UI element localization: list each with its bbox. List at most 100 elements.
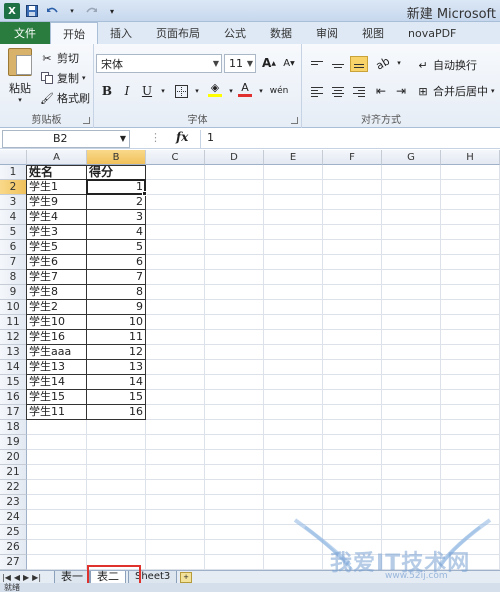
cell-a3[interactable]: 学生9 [27,195,87,210]
orientation-dropdown-icon[interactable]: ▾ [392,56,406,70]
cell-e9[interactable] [264,285,323,300]
fill-color-button[interactable]: ◈ [206,80,224,98]
cell-a9[interactable]: 学生8 [27,285,87,300]
cell-b23[interactable] [87,495,146,510]
cell-h10[interactable] [441,300,500,315]
cell-a1[interactable]: 姓名 [27,165,87,180]
cell-d16[interactable] [205,390,264,405]
cell-b4[interactable]: 3 [87,210,146,225]
column-header-b[interactable]: B [87,150,146,165]
cell-e18[interactable] [264,420,323,435]
cell-f19[interactable] [323,435,382,450]
cell-c27[interactable] [146,555,205,570]
cell-g11[interactable] [382,315,441,330]
cell-h20[interactable] [441,450,500,465]
cell-c2[interactable] [146,180,205,195]
row-header-13[interactable]: 13 [0,345,27,360]
clipboard-launcher-icon[interactable] [83,117,90,124]
formula-input[interactable]: 1 [200,130,500,148]
cell-h21[interactable] [441,465,500,480]
tab-home[interactable]: 开始 [50,22,98,44]
cell-h3[interactable] [441,195,500,210]
cell-f5[interactable] [323,225,382,240]
cell-h2[interactable] [441,180,500,195]
row-header-6[interactable]: 6 [0,240,27,255]
cell-h27[interactable] [441,555,500,570]
cell-g27[interactable] [382,555,441,570]
cell-a13[interactable]: 学生aaa [27,345,87,360]
cell-c23[interactable] [146,495,205,510]
cell-h16[interactable] [441,390,500,405]
cell-c11[interactable] [146,315,205,330]
cell-c19[interactable] [146,435,205,450]
column-header-c[interactable]: C [146,150,205,165]
cell-c9[interactable] [146,285,205,300]
cell-d4[interactable] [205,210,264,225]
column-header-e[interactable]: E [264,150,323,165]
row-header-7[interactable]: 7 [0,255,27,270]
cell-e10[interactable] [264,300,323,315]
row-header-15[interactable]: 15 [0,375,27,390]
cell-b11[interactable]: 10 [87,315,146,330]
tab-review[interactable]: 审阅 [304,22,350,44]
cell-b22[interactable] [87,480,146,495]
grow-font-button[interactable]: A ▲ [260,54,278,72]
cell-e26[interactable] [264,540,323,555]
row-header-21[interactable]: 21 [0,465,27,480]
cell-f27[interactable] [323,555,382,570]
cell-a27[interactable] [27,555,87,570]
cell-f4[interactable] [323,210,382,225]
cell-b8[interactable]: 7 [87,270,146,285]
cell-e27[interactable] [264,555,323,570]
cell-h19[interactable] [441,435,500,450]
cell-f13[interactable] [323,345,382,360]
cell-a14[interactable]: 学生13 [27,360,87,375]
cell-c21[interactable] [146,465,205,480]
cell-b21[interactable] [87,465,146,480]
tab-data[interactable]: 数据 [258,22,304,44]
font-color-button[interactable]: A [236,80,254,98]
cell-a20[interactable] [27,450,87,465]
cell-g16[interactable] [382,390,441,405]
cell-g3[interactable] [382,195,441,210]
cell-g23[interactable] [382,495,441,510]
cell-g7[interactable] [382,255,441,270]
cell-a11[interactable]: 学生10 [27,315,87,330]
cell-e16[interactable] [264,390,323,405]
cell-c5[interactable] [146,225,205,240]
cell-a12[interactable]: 学生16 [27,330,87,345]
cell-b18[interactable] [87,420,146,435]
underline-dropdown-icon[interactable]: ▾ [156,84,170,98]
borders-dropdown-icon[interactable]: ▾ [190,84,204,98]
cell-e14[interactable] [264,360,323,375]
format-painter-button[interactable]: 🖌 格式刷 [40,89,90,107]
cell-e7[interactable] [264,255,323,270]
cell-h8[interactable] [441,270,500,285]
cell-a24[interactable] [27,510,87,525]
column-header-d[interactable]: D [205,150,264,165]
cell-c7[interactable] [146,255,205,270]
cell-h14[interactable] [441,360,500,375]
cell-d19[interactable] [205,435,264,450]
cell-d24[interactable] [205,510,264,525]
cell-h15[interactable] [441,375,500,390]
select-all-corner[interactable] [0,150,27,165]
cell-h23[interactable] [441,495,500,510]
cell-f23[interactable] [323,495,382,510]
cell-a21[interactable] [27,465,87,480]
cell-e6[interactable] [264,240,323,255]
row-header-16[interactable]: 16 [0,390,27,405]
font-color-dropdown-icon[interactable]: ▾ [254,84,268,98]
cell-b2[interactable]: 1 [87,180,146,195]
cell-h6[interactable] [441,240,500,255]
cell-b27[interactable] [87,555,146,570]
cell-b3[interactable]: 2 [87,195,146,210]
fx-icon[interactable]: fx [176,130,188,144]
cell-c1[interactable] [146,165,205,180]
cell-g8[interactable] [382,270,441,285]
cell-e22[interactable] [264,480,323,495]
cell-g2[interactable] [382,180,441,195]
cell-a19[interactable] [27,435,87,450]
cell-g15[interactable] [382,375,441,390]
cell-a2[interactable]: 学生1 [27,180,87,195]
